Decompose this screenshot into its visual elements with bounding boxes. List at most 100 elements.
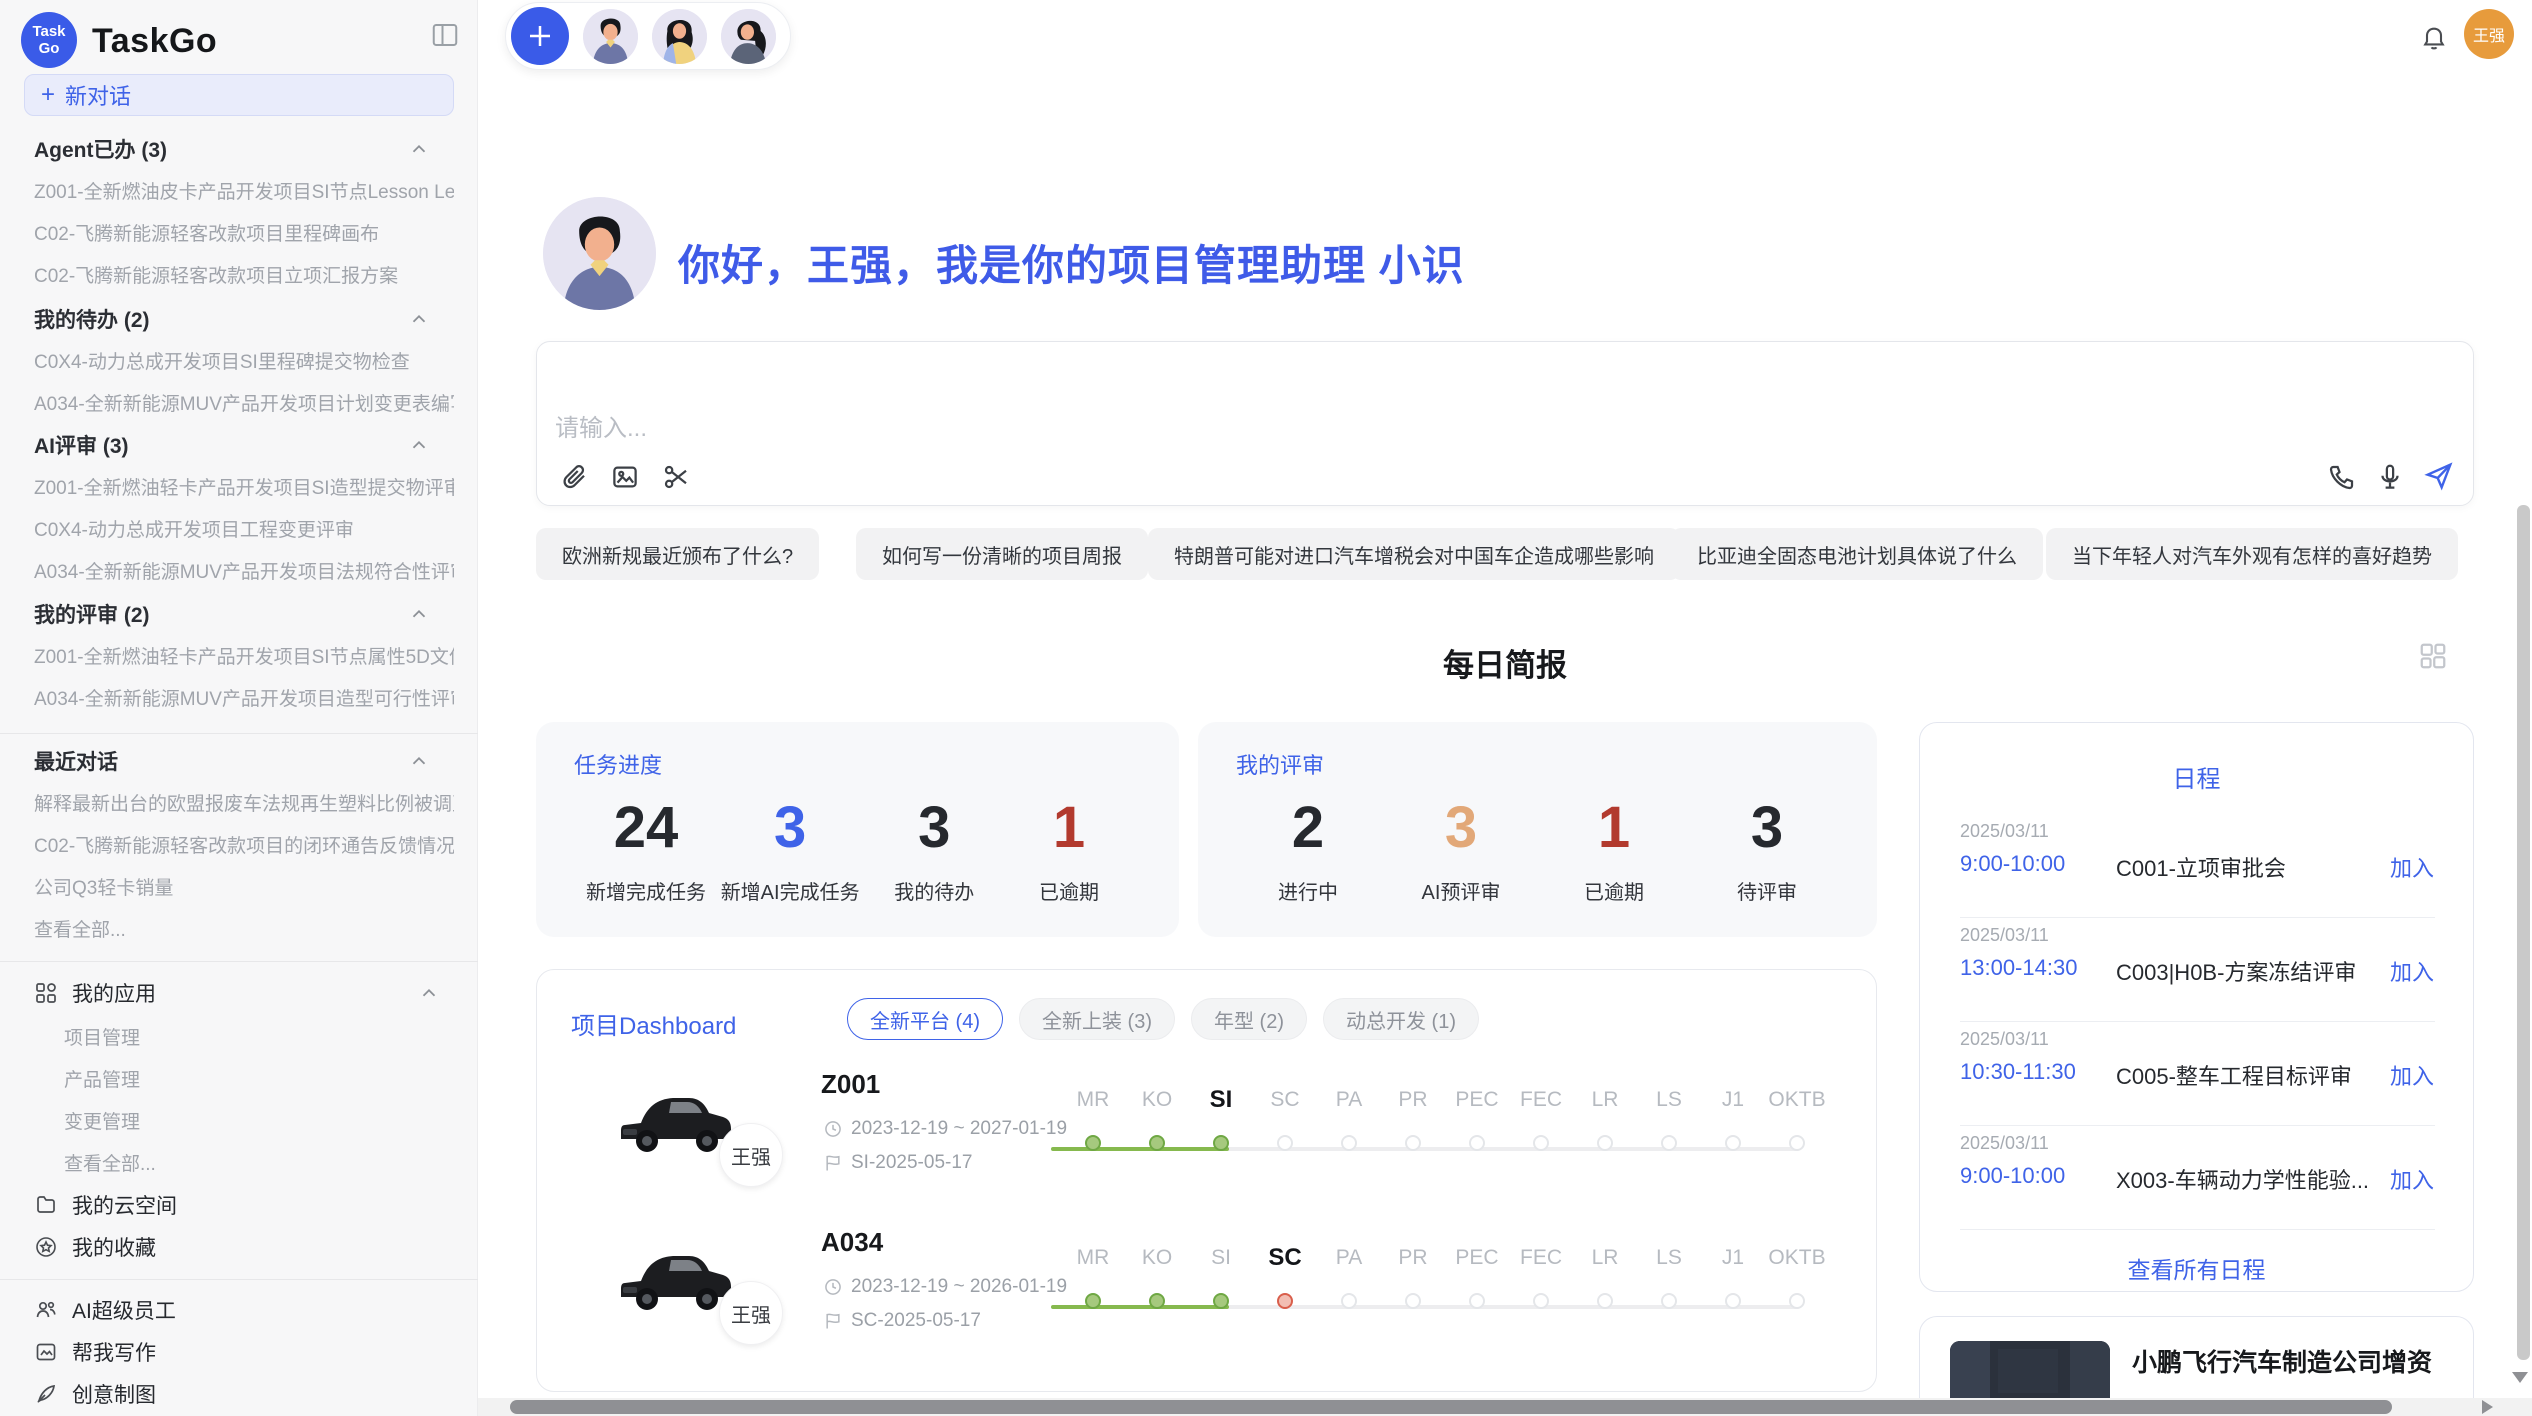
user-avatar[interactable]: 王强 <box>2464 9 2514 59</box>
milestone-dot[interactable] <box>1597 1293 1613 1309</box>
tab-new-body[interactable]: 全新上装 (3) <box>1019 998 1175 1040</box>
milestone-dot[interactable] <box>1213 1135 1229 1151</box>
scissors-icon[interactable] <box>661 462 691 492</box>
section-ai-review[interactable]: AI评审 (3) <box>34 432 444 458</box>
schedule-time: 9:00-10:00 <box>1960 1163 2065 1189</box>
chevron-up-icon[interactable] <box>408 138 430 166</box>
conversation-item[interactable]: Z001-全新燃油轻卡产品开发项目SI造型提交物评审 <box>34 473 454 499</box>
tab-model-year[interactable]: 年型 (2) <box>1191 998 1307 1040</box>
view-all-apps-link[interactable]: 查看全部... <box>64 1149 454 1175</box>
milestone-dot[interactable] <box>1341 1293 1357 1309</box>
suggestion-chip[interactable]: 如何写一份清晰的项目周报 <box>856 528 1148 580</box>
milestone-dot[interactable] <box>1725 1293 1741 1309</box>
chat-input-box[interactable]: 请输入... <box>536 341 2474 506</box>
milestone-dot[interactable] <box>1213 1293 1229 1309</box>
chevron-up-icon[interactable] <box>408 750 430 778</box>
conversation-item[interactable]: 解释最新出台的欧盟报废车法规再生塑料比例被调至15%的影响 <box>34 789 454 815</box>
conversation-item[interactable]: A034-全新新能源MUV产品开发项目计划变更表编写 <box>34 389 454 415</box>
milestone-dot[interactable] <box>1405 1135 1421 1151</box>
milestone-label: LS <box>1637 1087 1701 1113</box>
tab-new-platform[interactable]: 全新平台 (4) <box>847 998 1003 1040</box>
sidebar-item-cloud-space[interactable]: 我的云空间 <box>34 1191 454 1219</box>
suggestion-chip[interactable]: 特朗普可能对进口汽车增税会对中国车企造成哪些影响 <box>1148 528 1680 580</box>
agent-avatar[interactable] <box>652 9 707 64</box>
conversation-item[interactable]: C02-飞腾新能源轻客改款项目立项汇报方案 <box>34 261 454 287</box>
notification-bell-icon[interactable] <box>2420 24 2448 52</box>
suggestion-chip[interactable]: 比亚迪全固态电池计划具体说了什么 <box>1671 528 2043 580</box>
chevron-up-icon[interactable] <box>408 308 430 336</box>
conversation-item[interactable]: 公司Q3轻卡销量 <box>34 873 454 899</box>
conversation-item[interactable]: C02-飞腾新能源轻客改款项目里程碑画布 <box>34 219 454 245</box>
milestone-dot[interactable] <box>1789 1135 1805 1151</box>
vertical-scrollbar-thumb[interactable] <box>2517 505 2530 1360</box>
view-all-recent-link[interactable]: 查看全部... <box>34 915 454 941</box>
chevron-up-icon[interactable] <box>408 603 430 631</box>
app-link-product-mgmt[interactable]: 产品管理 <box>64 1065 454 1091</box>
section-recent-chats[interactable]: 最近对话 <box>34 748 444 774</box>
join-link[interactable]: 加入 <box>2390 1163 2434 1195</box>
milestone-dot[interactable] <box>1469 1293 1485 1309</box>
horizontal-scrollbar-thumb[interactable] <box>510 1400 2392 1414</box>
milestone-dot[interactable] <box>1085 1293 1101 1309</box>
chevron-up-icon[interactable] <box>418 982 440 1010</box>
milestone-dot[interactable] <box>1277 1293 1293 1309</box>
send-icon[interactable] <box>2423 460 2453 490</box>
scroll-right-arrow-icon[interactable] <box>2482 1400 2493 1414</box>
suggestion-chip[interactable]: 当下年轻人对汽车外观有怎样的喜好趋势 <box>2046 528 2458 580</box>
dashboard-tabs: 全新平台 (4) 全新上装 (3) 年型 (2) 动总开发 (1) <box>847 998 1479 1040</box>
add-agent-button[interactable] <box>511 7 569 65</box>
flag-icon <box>823 1311 843 1331</box>
tab-powertrain[interactable]: 动总开发 (1) <box>1323 998 1479 1040</box>
view-all-schedule-link[interactable]: 查看所有日程 <box>1920 1251 2473 1285</box>
app-link-change-mgmt[interactable]: 变更管理 <box>64 1107 454 1133</box>
agent-avatar[interactable] <box>721 9 776 64</box>
milestone-dot[interactable] <box>1469 1135 1485 1151</box>
milestone-dot[interactable] <box>1149 1293 1165 1309</box>
conversation-item[interactable]: Z001-全新燃油轻卡产品开发项目SI节点属性5D文件评审 <box>34 642 454 668</box>
chevron-up-icon[interactable] <box>408 434 430 462</box>
milestone-dot[interactable] <box>1085 1135 1101 1151</box>
conversation-item[interactable]: Z001-全新燃油皮卡产品开发项目SI节点Lesson Learn报告 <box>34 177 454 203</box>
phone-call-icon[interactable] <box>2327 462 2357 492</box>
join-link[interactable]: 加入 <box>2390 955 2434 987</box>
milestone-dot[interactable] <box>1661 1293 1677 1309</box>
schedule-divider <box>1960 917 2435 918</box>
milestone-dot[interactable] <box>1533 1135 1549 1151</box>
milestone-dot[interactable] <box>1277 1135 1293 1151</box>
milestone-dot[interactable] <box>1725 1135 1741 1151</box>
section-my-review[interactable]: 我的评审 (2) <box>34 601 444 627</box>
image-upload-icon[interactable] <box>610 462 640 492</box>
sidebar-item-favorites[interactable]: 我的收藏 <box>34 1233 454 1261</box>
conversation-item[interactable]: C0X4-动力总成开发项目SI里程碑提交物检查 <box>34 347 454 373</box>
scroll-down-arrow-icon[interactable] <box>2512 1372 2528 1383</box>
suggestion-chip[interactable]: 欧洲新规最近颁布了什么? <box>536 528 819 580</box>
project-code[interactable]: Z001 <box>821 1069 880 1100</box>
microphone-icon[interactable] <box>2375 462 2405 492</box>
milestone-dot[interactable] <box>1341 1135 1357 1151</box>
sidebar-item-ai-staff[interactable]: AI超级员工 <box>34 1296 454 1324</box>
sidebar-item-my-apps[interactable]: 我的应用 <box>34 979 454 1007</box>
sidebar-item-creative-draw[interactable]: 创意制图 <box>34 1380 454 1408</box>
app-link-project-mgmt[interactable]: 项目管理 <box>64 1023 454 1049</box>
sidebar-collapse-icon[interactable] <box>428 20 462 50</box>
join-link[interactable]: 加入 <box>2390 851 2434 883</box>
new-chat-button[interactable]: + 新对话 <box>24 74 454 116</box>
conversation-item[interactable]: C02-飞腾新能源轻客改款项目的闭环通告反馈情况 <box>34 831 454 857</box>
milestone-dot[interactable] <box>1533 1293 1549 1309</box>
layout-grid-icon[interactable] <box>2418 641 2448 671</box>
project-code[interactable]: A034 <box>821 1227 883 1258</box>
sidebar-item-help-write[interactable]: 帮我写作 <box>34 1338 454 1366</box>
conversation-item[interactable]: C0X4-动力总成开发项目工程变更评审 <box>34 515 454 541</box>
conversation-item[interactable]: A034-全新新能源MUV产品开发项目法规符合性评审 <box>34 557 454 583</box>
join-link[interactable]: 加入 <box>2390 1059 2434 1091</box>
milestone-dot[interactable] <box>1789 1293 1805 1309</box>
conversation-item[interactable]: A034-全新新能源MUV产品开发项目造型可行性评审 <box>34 684 454 710</box>
section-my-todo[interactable]: 我的待办 (2) <box>34 306 444 332</box>
attachment-icon[interactable] <box>559 462 589 492</box>
agent-avatar[interactable] <box>583 9 638 64</box>
milestone-dot[interactable] <box>1597 1135 1613 1151</box>
milestone-dot[interactable] <box>1661 1135 1677 1151</box>
milestone-dot[interactable] <box>1149 1135 1165 1151</box>
section-agent-done[interactable]: Agent已办 (3) <box>34 136 444 162</box>
milestone-dot[interactable] <box>1405 1293 1421 1309</box>
